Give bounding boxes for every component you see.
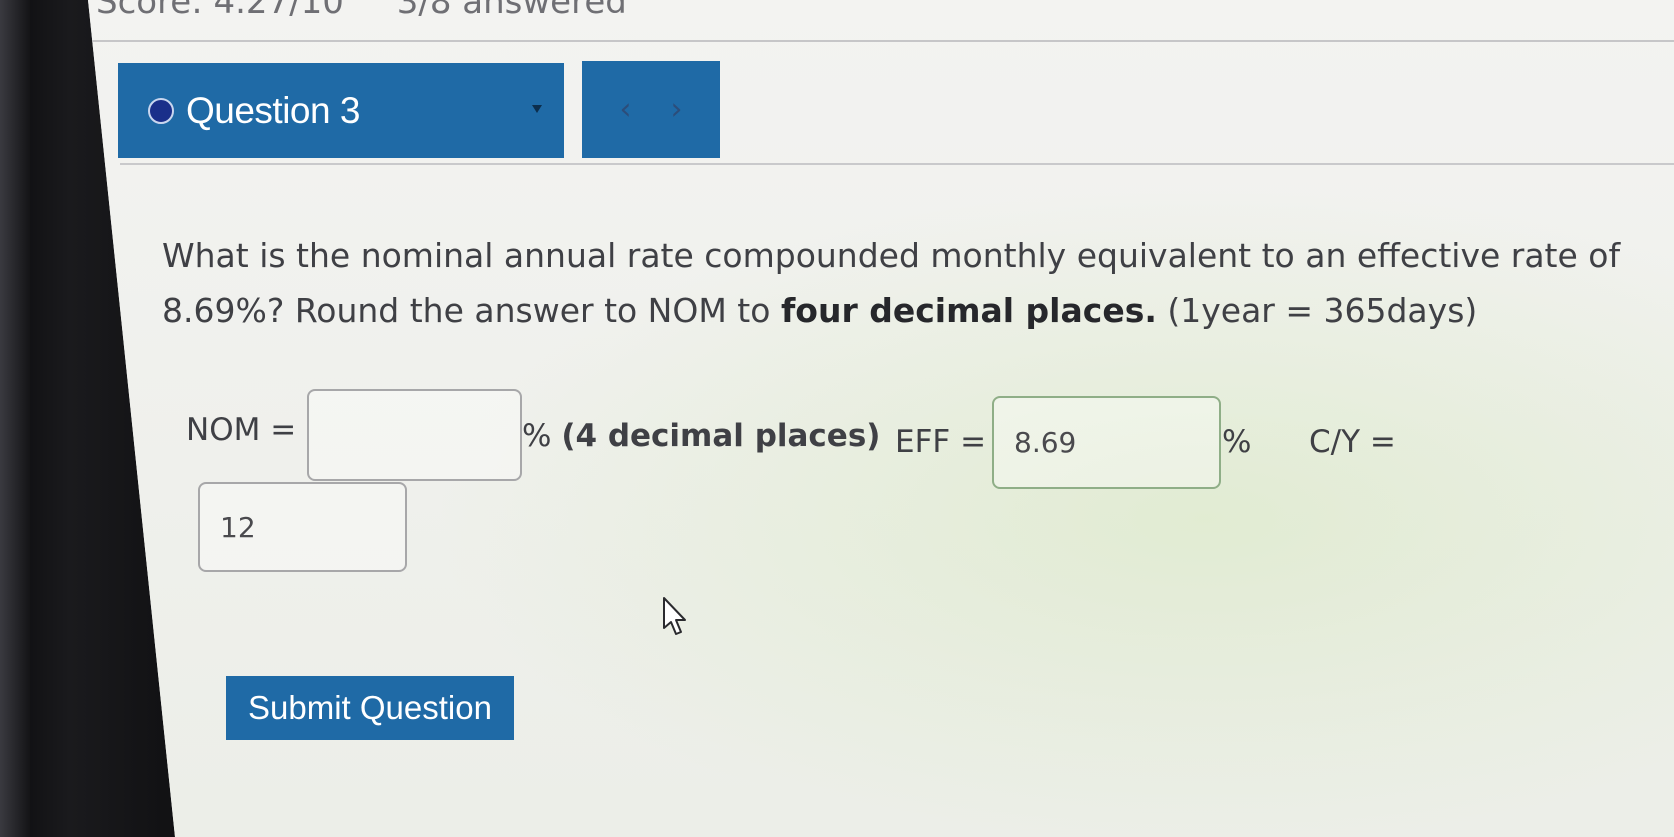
- question-text: What is the nominal annual rate compound…: [162, 228, 1662, 338]
- nom-percent: %: [522, 418, 562, 454]
- cy-label: C/Y =: [1309, 424, 1396, 460]
- question-selector-label: Question 3: [186, 89, 360, 131]
- eff-label: EFF =: [895, 424, 987, 460]
- answered-text: 3/8 answered: [396, 0, 627, 22]
- question-selector[interactable]: Question 3: [118, 63, 564, 158]
- next-question-button[interactable]: ›: [671, 94, 683, 125]
- submit-question-button[interactable]: Submit Question: [226, 676, 514, 740]
- nom-label: NOM =: [186, 412, 297, 448]
- mouse-cursor-icon: [663, 597, 686, 635]
- question-text-part2: (1year = 365days): [1156, 291, 1478, 330]
- caret-down-icon: [532, 105, 542, 113]
- eff-input[interactable]: 8.69: [992, 396, 1221, 489]
- nom-input[interactable]: [307, 389, 522, 481]
- score-text: Score: 4.27/10: [96, 0, 344, 22]
- divider: [90, 40, 1674, 42]
- question-text-bold: four decimal places.: [780, 291, 1157, 330]
- question-nav: ‹ ›: [582, 61, 720, 158]
- screen-area: Score: 4.27/10 3/8 answered Question 3 ‹…: [88, 0, 1674, 837]
- cy-input[interactable]: 12: [198, 482, 407, 572]
- divider: [120, 163, 1674, 165]
- prev-question-button[interactable]: ‹: [620, 94, 632, 125]
- eff-percent: %: [1222, 424, 1252, 460]
- status-dot-icon: [148, 97, 174, 124]
- nom-decimal-note: (4 decimal places): [561, 418, 881, 454]
- monitor-bezel-edge: [0, 0, 30, 837]
- nom-suffix: % (4 decimal places): [522, 418, 880, 454]
- score-status: Score: 4.27/10 3/8 answered: [96, 0, 669, 22]
